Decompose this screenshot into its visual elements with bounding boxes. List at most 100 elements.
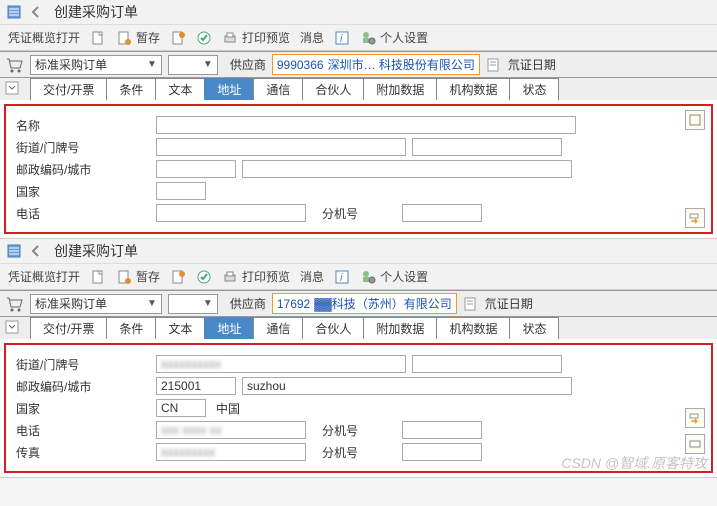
cart-icon[interactable] [4, 294, 24, 314]
doc-date-label: 氘证日期 [485, 295, 533, 312]
houseno-input[interactable] [412, 138, 562, 156]
postal-input[interactable] [156, 160, 236, 178]
city-input[interactable] [242, 160, 572, 178]
print-preview-button[interactable]: 打印预览 [222, 29, 290, 46]
header-bar-bottom: 标准采购订单▼ ▼ 供应商 17692▓▓科技（苏州）有限公司 氘证日期 [0, 290, 717, 317]
ext-input[interactable] [402, 204, 482, 222]
tab-text[interactable]: 文本 [155, 78, 205, 100]
info-icon[interactable]: i [334, 30, 350, 46]
check-icon[interactable] [196, 269, 212, 285]
new-doc-icon[interactable] [90, 269, 106, 285]
order-type-value: 标准采购订单 [35, 56, 107, 73]
personal-settings-button[interactable]: 个人设置 [360, 29, 428, 46]
street-label: 街道/门牌号 [16, 356, 156, 373]
header-bar-top: 标准采购订单 ▼ ▼ 供应商 9990366 深圳市… 科技股份有限公司 氘证日期 [0, 51, 717, 78]
tab-address[interactable]: 地址 [204, 78, 254, 100]
info-icon[interactable]: i [334, 269, 350, 285]
chevron-down-icon: ▼ [203, 298, 213, 309]
side-button-2[interactable] [685, 208, 705, 228]
collapse-icon[interactable] [4, 80, 20, 96]
supplier-field[interactable]: 9990366 深圳市… 科技股份有限公司 [272, 54, 480, 75]
park-icon[interactable] [170, 30, 186, 46]
tab-address[interactable]: 地址 [204, 317, 254, 339]
supplier-field[interactable]: 17692▓▓科技（苏州）有限公司 [272, 293, 457, 314]
tab-status[interactable]: 状态 [509, 317, 559, 339]
country-code-input[interactable]: CN [156, 399, 206, 417]
side-button-other[interactable] [685, 434, 705, 454]
address-form-bottom: 街道/门牌号xxxxxxxxxx 邮政编码/城市215001suzhou 国家C… [0, 339, 717, 477]
back-icon[interactable] [28, 243, 44, 259]
supplier-code: 9990366 [277, 58, 324, 72]
toolbar-bottom: 凭证概览打开 暂存 打印预览 消息 i 个人设置 [0, 264, 717, 290]
back-icon[interactable] [28, 4, 44, 20]
tab-extra[interactable]: 附加数据 [363, 317, 437, 339]
supplier-search-icon[interactable] [486, 57, 502, 73]
supplier-label: 供应商 [230, 56, 266, 73]
check-icon[interactable] [196, 30, 212, 46]
country-label: 国家 [16, 400, 156, 417]
new-doc-icon[interactable] [90, 30, 106, 46]
chevron-down-icon: ▼ [147, 59, 157, 70]
doc-date-label: 氘证日期 [508, 56, 556, 73]
tab-extra[interactable]: 附加数据 [363, 78, 437, 100]
voucher-overview-button[interactable]: 凭证概览打开 [8, 29, 80, 46]
collapse-icon[interactable] [4, 319, 20, 335]
hold-button[interactable]: 暂存 [116, 29, 160, 46]
window-title: 创建采购订单 [54, 241, 138, 261]
tab-condition[interactable]: 条件 [106, 78, 156, 100]
park-icon[interactable] [170, 269, 186, 285]
order-type-select[interactable]: 标准采购订单▼ [30, 294, 162, 314]
tabs-top: 交付/开票 条件 文本 地址 通信 合伙人 附加数据 机构数据 状态 [0, 78, 717, 100]
fax-input[interactable]: xxxxxxxxx [156, 443, 306, 461]
phone-label: 电话 [16, 422, 156, 439]
window-title: 创建采购订单 [54, 2, 138, 22]
print-preview-button[interactable]: 打印预览 [222, 268, 290, 285]
order-type-value: 标准采购订单 [35, 295, 107, 312]
titlebar-top: 创建采购订单 [0, 0, 717, 25]
tab-condition[interactable]: 条件 [106, 317, 156, 339]
window-bottom: 创建采购订单 凭证概览打开 暂存 打印预览 消息 i 个人设置 标准采购订单▼ … [0, 239, 717, 478]
side-button-1[interactable] [685, 110, 705, 130]
postal-input[interactable]: 215001 [156, 377, 236, 395]
tabs-bottom: 交付/开票 条件 文本 地址 通信 合伙人 附加数据 机构数据 状态 [0, 317, 717, 339]
tab-org[interactable]: 机构数据 [436, 78, 510, 100]
supplier-code: 17692 [277, 297, 310, 311]
messages-button[interactable]: 消息 [300, 29, 324, 46]
menu-icon[interactable] [6, 243, 22, 259]
phone-label: 电话 [16, 205, 156, 222]
messages-button[interactable]: 消息 [300, 268, 324, 285]
tab-delivery[interactable]: 交付/开票 [30, 317, 107, 339]
houseno-input[interactable] [412, 355, 562, 373]
order-number-field[interactable]: ▼ [168, 55, 218, 75]
street-input[interactable] [156, 138, 406, 156]
tab-status[interactable]: 状态 [509, 78, 559, 100]
city-input[interactable]: suzhou [242, 377, 572, 395]
order-number-field[interactable]: ▼ [168, 294, 218, 314]
tab-comm[interactable]: 通信 [253, 78, 303, 100]
country-input[interactable] [156, 182, 206, 200]
order-type-select[interactable]: 标准采购订单 ▼ [30, 55, 162, 75]
tab-org[interactable]: 机构数据 [436, 317, 510, 339]
cart-icon[interactable] [4, 55, 24, 75]
tab-comm[interactable]: 通信 [253, 317, 303, 339]
ext-label: 分机号 [322, 422, 402, 439]
phone-input[interactable] [156, 204, 306, 222]
tab-text[interactable]: 文本 [155, 317, 205, 339]
street-input[interactable]: xxxxxxxxxx [156, 355, 406, 373]
postal-label: 邮政编码/城市 [16, 161, 156, 178]
address-form-top: 名称 街道/门牌号 邮政编码/城市 国家 电话分机号 [0, 100, 717, 238]
ext-input[interactable] [402, 421, 482, 439]
hold-button[interactable]: 暂存 [116, 268, 160, 285]
supplier-search-icon[interactable] [463, 296, 479, 312]
personal-settings-button[interactable]: 个人设置 [360, 268, 428, 285]
menu-icon[interactable] [6, 4, 22, 20]
name-input[interactable] [156, 116, 576, 134]
voucher-overview-button[interactable]: 凭证概览打开 [8, 268, 80, 285]
tab-partner[interactable]: 合伙人 [302, 317, 364, 339]
supplier-name: 深圳市… 科技股份有限公司 [328, 56, 475, 73]
tab-partner[interactable]: 合伙人 [302, 78, 364, 100]
side-button-export[interactable] [685, 408, 705, 428]
fax-ext-input[interactable] [402, 443, 482, 461]
phone-input[interactable]: xxx xxxx xx [156, 421, 306, 439]
tab-delivery[interactable]: 交付/开票 [30, 78, 107, 100]
